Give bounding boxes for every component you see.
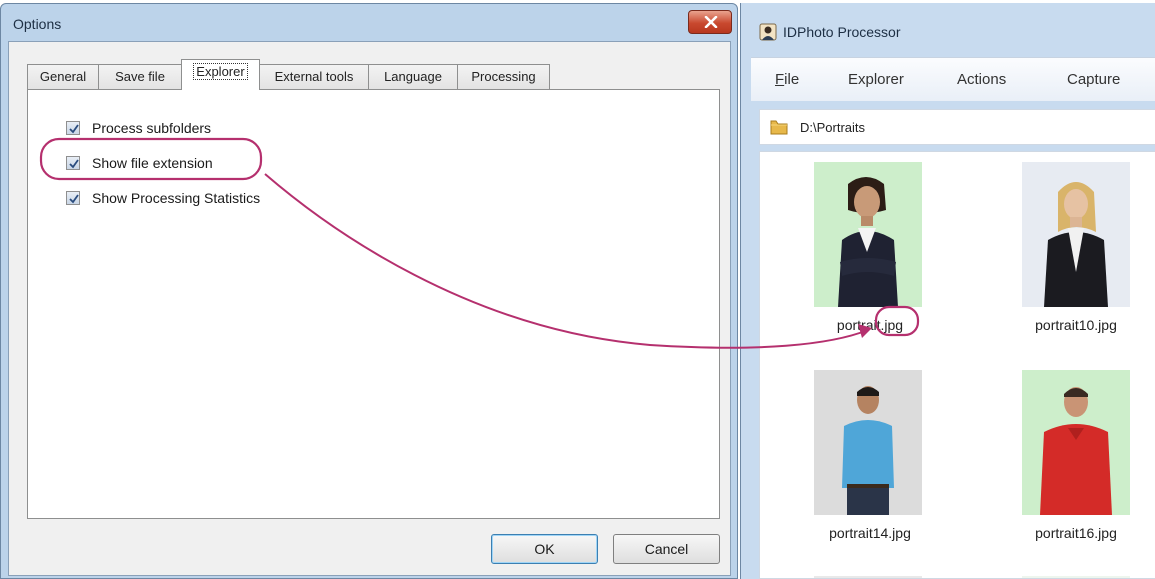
portrait-image bbox=[814, 162, 922, 307]
tab-label: Language bbox=[384, 69, 442, 84]
show-file-extension-option[interactable]: Show file extension bbox=[66, 153, 213, 173]
explorer-tab-page: Process subfolders Show file extension S… bbox=[27, 89, 720, 519]
menu-bar: File Explorer Actions Capture bbox=[751, 57, 1155, 101]
caption-extension: .jpg bbox=[880, 317, 904, 333]
caption-name: portrait bbox=[836, 317, 881, 333]
process-subfolders-option[interactable]: Process subfolders bbox=[66, 118, 211, 138]
thumbnail-caption: portrait.jpg bbox=[800, 317, 940, 333]
menu-mnemonic: F bbox=[775, 71, 785, 88]
thumbnail-caption: portrait16.jpg bbox=[1035, 525, 1117, 541]
portrait-image bbox=[814, 370, 922, 515]
dialog-title: Options bbox=[13, 16, 62, 32]
folder-icon bbox=[770, 120, 788, 135]
app-logo-icon bbox=[759, 23, 777, 41]
checkbox-label: Show Processing Statistics bbox=[92, 190, 261, 206]
thumbnail-portrait[interactable] bbox=[814, 162, 922, 307]
path-bar[interactable]: D:\Portraits bbox=[759, 109, 1155, 145]
thumbnail-portrait10[interactable] bbox=[1022, 162, 1130, 307]
show-processing-statistics-option[interactable]: Show Processing Statistics bbox=[66, 188, 260, 208]
dialog-client-area: General Save file Explorer External tool… bbox=[8, 41, 731, 576]
menu-capture[interactable]: Capture bbox=[1067, 71, 1120, 88]
thumbnail-portrait16[interactable] bbox=[1022, 370, 1130, 515]
show-processing-statistics-checkbox[interactable] bbox=[66, 191, 80, 205]
app-title: IDPhoto Processor bbox=[783, 24, 901, 40]
checkbox-label: Process subfolders bbox=[92, 120, 212, 136]
portrait-image bbox=[1022, 162, 1130, 307]
tab-label: General bbox=[39, 69, 87, 84]
ok-button[interactable]: OK bbox=[491, 534, 598, 564]
tab-general[interactable]: General bbox=[27, 64, 99, 89]
menu-explorer[interactable]: Explorer bbox=[848, 71, 904, 88]
tab-label: Save file bbox=[115, 69, 165, 84]
cancel-button[interactable]: Cancel bbox=[613, 534, 720, 564]
tab-save-file[interactable]: Save file bbox=[98, 64, 182, 89]
menu-actions[interactable]: Actions bbox=[957, 71, 1006, 88]
thumbnail-caption: portrait14.jpg bbox=[829, 525, 911, 541]
thumbnail-caption: portrait10.jpg bbox=[1035, 317, 1117, 333]
current-path: D:\Portraits bbox=[800, 120, 866, 135]
tab-label: External tools bbox=[274, 69, 354, 84]
tab-label: Processing bbox=[471, 69, 536, 84]
tab-processing[interactable]: Processing bbox=[457, 64, 550, 89]
checkmark-icon bbox=[69, 159, 79, 169]
app-titlebar: IDPhoto Processor bbox=[741, 3, 1155, 59]
idphoto-processor-window: IDPhoto Processor File Explorer Actions … bbox=[740, 3, 1155, 579]
tab-external-tools[interactable]: External tools bbox=[259, 64, 369, 89]
checkmark-icon bbox=[69, 124, 79, 134]
tab-language[interactable]: Language bbox=[368, 64, 458, 89]
tab-explorer[interactable]: Explorer bbox=[181, 59, 260, 90]
tab-label: Explorer bbox=[193, 63, 248, 80]
checkmark-icon bbox=[69, 194, 79, 204]
close-icon bbox=[704, 16, 718, 28]
menu-file[interactable]: File bbox=[775, 71, 799, 88]
close-button[interactable] bbox=[688, 10, 732, 34]
thumbnail-grid[interactable]: portrait.jpg portrait10.jpg portrait14.j… bbox=[759, 151, 1155, 579]
checkbox-label: Show file extension bbox=[92, 155, 213, 171]
thumbnail-portrait14[interactable] bbox=[814, 370, 922, 515]
process-subfolders-checkbox[interactable] bbox=[66, 121, 80, 135]
options-dialog: Options General Save file Explorer Exter… bbox=[0, 3, 738, 579]
menu-label: ile bbox=[784, 71, 800, 88]
show-file-extension-checkbox[interactable] bbox=[66, 156, 80, 170]
portrait-image bbox=[1022, 370, 1130, 515]
